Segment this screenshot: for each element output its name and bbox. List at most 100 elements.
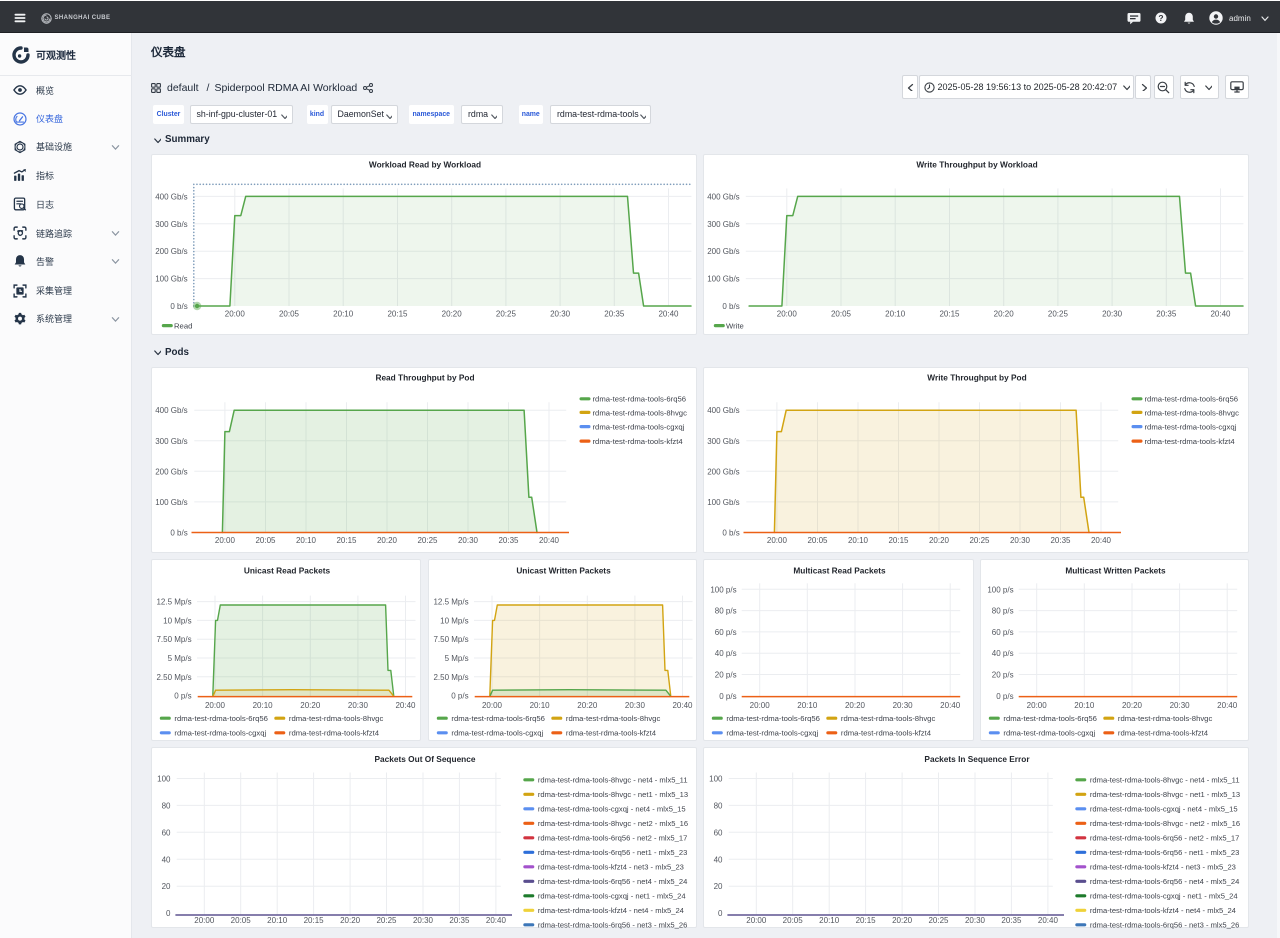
svg-text:rdma-test-rdma-tools-kfzt4: rdma-test-rdma-tools-kfzt4 xyxy=(841,729,932,738)
svg-text:20:35: 20:35 xyxy=(498,536,519,545)
svg-text:Read Throughput by Pod: Read Throughput by Pod xyxy=(375,373,474,383)
svg-text:20:30: 20:30 xyxy=(348,701,369,710)
svg-text:rdma-test-rdma-tools-8hvgc - n: rdma-test-rdma-tools-8hvgc - net1 - mlx5… xyxy=(1090,790,1240,799)
svg-text:rdma-test-rdma-tools-6rq56: rdma-test-rdma-tools-6rq56 xyxy=(174,714,268,723)
svg-text:20:30: 20:30 xyxy=(965,916,986,925)
svg-text:20:40: 20:40 xyxy=(940,701,961,710)
svg-text:400 Gb/s: 400 Gb/s xyxy=(155,406,187,415)
svg-text:rdma-test-rdma-tools-6rq56 - n: rdma-test-rdma-tools-6rq56 - net2 - mlx5… xyxy=(1090,834,1239,843)
svg-text:20:25: 20:25 xyxy=(1048,310,1069,319)
svg-text:20:30: 20:30 xyxy=(625,701,646,710)
svg-text:200 Gb/s: 200 Gb/s xyxy=(707,467,739,476)
svg-text:20:15: 20:15 xyxy=(304,916,325,925)
svg-text:20:35: 20:35 xyxy=(1050,536,1071,545)
svg-text:rdma-test-rdma-tools-kfzt4: rdma-test-rdma-tools-kfzt4 xyxy=(1145,437,1236,446)
svg-text:0 p/s: 0 p/s xyxy=(174,692,191,701)
svg-text:100 Gb/s: 100 Gb/s xyxy=(707,275,739,284)
svg-text:20:25: 20:25 xyxy=(928,916,949,925)
svg-text:rdma-test-rdma-tools-6rq56 - n: rdma-test-rdma-tools-6rq56 - net3 - mlx5… xyxy=(1090,921,1239,929)
svg-text:300 Gb/s: 300 Gb/s xyxy=(707,437,739,446)
svg-text:5 Mp/s: 5 Mp/s xyxy=(445,654,469,663)
svg-text:20:30: 20:30 xyxy=(1170,701,1191,710)
svg-text:400 Gb/s: 400 Gb/s xyxy=(155,192,187,201)
svg-text:rdma-test-rdma-tools-8hvgc: rdma-test-rdma-tools-8hvgc xyxy=(1118,714,1213,723)
svg-text:80 p/s: 80 p/s xyxy=(715,607,737,616)
svg-text:20:25: 20:25 xyxy=(969,536,990,545)
svg-text:20:00: 20:00 xyxy=(194,916,215,925)
svg-text:0 b/s: 0 b/s xyxy=(170,302,187,311)
svg-text:200 Gb/s: 200 Gb/s xyxy=(155,467,187,476)
svg-text:Write Throughput by Pod: Write Throughput by Pod xyxy=(927,373,1026,383)
svg-text:rdma-test-rdma-tools-6rq56 - n: rdma-test-rdma-tools-6rq56 - net2 - mlx5… xyxy=(538,834,687,843)
svg-text:20:20: 20:20 xyxy=(892,916,913,925)
svg-text:300 Gb/s: 300 Gb/s xyxy=(155,220,187,229)
svg-text:20:40: 20:40 xyxy=(658,310,679,319)
svg-text:20:00: 20:00 xyxy=(225,310,246,319)
svg-text:rdma-test-rdma-tools-8hvgc: rdma-test-rdma-tools-8hvgc xyxy=(1145,408,1240,417)
svg-text:rdma-test-rdma-tools-8hvgc: rdma-test-rdma-tools-8hvgc xyxy=(841,714,936,723)
svg-text:20 p/s: 20 p/s xyxy=(992,671,1014,680)
svg-text:40: 40 xyxy=(714,855,723,864)
svg-text:20:05: 20:05 xyxy=(255,536,276,545)
svg-text:rdma-test-rdma-tools-6rq56: rdma-test-rdma-tools-6rq56 xyxy=(593,395,687,404)
svg-text:20:05: 20:05 xyxy=(231,916,252,925)
svg-text:10 Mp/s: 10 Mp/s xyxy=(440,616,468,625)
svg-text:rdma-test-rdma-tools-cgxqj - n: rdma-test-rdma-tools-cgxqj - net1 - mlx5… xyxy=(538,892,686,901)
svg-text:20:30: 20:30 xyxy=(1010,536,1031,545)
svg-text:20:00: 20:00 xyxy=(746,916,767,925)
svg-text:60 p/s: 60 p/s xyxy=(715,628,737,637)
svg-text:20:20: 20:20 xyxy=(845,701,866,710)
svg-text:rdma-test-rdma-tools-kfzt4: rdma-test-rdma-tools-kfzt4 xyxy=(593,437,684,446)
svg-text:100 Gb/s: 100 Gb/s xyxy=(155,498,187,507)
svg-text:12.5 Mp/s: 12.5 Mp/s xyxy=(156,598,191,607)
svg-text:0 b/s: 0 b/s xyxy=(170,529,187,538)
svg-text:rdma-test-rdma-tools-cgxqj: rdma-test-rdma-tools-cgxqj xyxy=(593,423,685,432)
svg-text:60: 60 xyxy=(714,828,723,837)
svg-text:rdma-test-rdma-tools-8hvgc - n: rdma-test-rdma-tools-8hvgc - net1 - mlx5… xyxy=(538,790,688,799)
svg-text:100: 100 xyxy=(157,775,171,784)
svg-text:rdma-test-rdma-tools-6rq56: rdma-test-rdma-tools-6rq56 xyxy=(1145,395,1239,404)
svg-text:rdma-test-rdma-tools-6rq56 - n: rdma-test-rdma-tools-6rq56 - net4 - mlx5… xyxy=(538,877,687,886)
svg-text:?: ? xyxy=(1158,13,1163,23)
svg-text:rdma-test-rdma-tools-6rq56 - n: rdma-test-rdma-tools-6rq56 - net4 - mlx5… xyxy=(1090,877,1239,886)
svg-text:rdma-test-rdma-tools-cgxqj - n: rdma-test-rdma-tools-cgxqj - net4 - mlx5… xyxy=(1090,805,1238,814)
svg-text:0: 0 xyxy=(718,909,723,918)
svg-text:rdma-test-rdma-tools-cgxqj: rdma-test-rdma-tools-cgxqj xyxy=(174,729,266,738)
svg-text:20:10: 20:10 xyxy=(296,536,317,545)
svg-text:20:10: 20:10 xyxy=(253,701,274,710)
svg-text:20:00: 20:00 xyxy=(482,701,503,710)
svg-text:rdma-test-rdma-tools-kfzt4: rdma-test-rdma-tools-kfzt4 xyxy=(1118,729,1209,738)
svg-text:20:10: 20:10 xyxy=(848,536,869,545)
svg-text:20:15: 20:15 xyxy=(336,536,357,545)
svg-text:20:30: 20:30 xyxy=(893,701,914,710)
svg-text:20: 20 xyxy=(714,882,723,891)
svg-text:20:40: 20:40 xyxy=(1217,701,1238,710)
svg-text:rdma-test-rdma-tools-6rq56: rdma-test-rdma-tools-6rq56 xyxy=(726,714,820,723)
svg-text:Multicast Written Packets: Multicast Written Packets xyxy=(1065,566,1166,576)
svg-text:rdma-test-rdma-tools-cgxqj: rdma-test-rdma-tools-cgxqj xyxy=(451,729,543,738)
svg-text:2.50 Mp/s: 2.50 Mp/s xyxy=(156,673,191,682)
svg-text:rdma-test-rdma-tools-8hvgc: rdma-test-rdma-tools-8hvgc xyxy=(593,408,688,417)
svg-text:Write Throughput by Workload: Write Throughput by Workload xyxy=(916,160,1037,170)
svg-text:20:20: 20:20 xyxy=(929,536,950,545)
svg-text:80: 80 xyxy=(714,801,723,810)
svg-text:5 Mp/s: 5 Mp/s xyxy=(168,654,192,663)
svg-text:60: 60 xyxy=(162,828,171,837)
svg-text:400 Gb/s: 400 Gb/s xyxy=(707,406,739,415)
svg-text:7.50 Mp/s: 7.50 Mp/s xyxy=(433,635,468,644)
svg-text:100 Gb/s: 100 Gb/s xyxy=(155,275,187,284)
svg-text:2.50 Mp/s: 2.50 Mp/s xyxy=(433,673,468,682)
svg-text:rdma-test-rdma-tools-8hvgc - n: rdma-test-rdma-tools-8hvgc - net2 - mlx5… xyxy=(1090,819,1240,828)
svg-text:20:10: 20:10 xyxy=(885,310,906,319)
svg-text:20:40: 20:40 xyxy=(395,701,416,710)
svg-text:rdma-test-rdma-tools-8hvgc: rdma-test-rdma-tools-8hvgc xyxy=(566,714,661,723)
svg-text:300 Gb/s: 300 Gb/s xyxy=(707,220,739,229)
svg-text:rdma-test-rdma-tools-6rq56: rdma-test-rdma-tools-6rq56 xyxy=(1003,714,1097,723)
svg-text:40 p/s: 40 p/s xyxy=(715,649,737,658)
svg-text:0 p/s: 0 p/s xyxy=(996,692,1013,701)
svg-text:rdma-test-rdma-tools-6rq56 - n: rdma-test-rdma-tools-6rq56 - net3 - mlx5… xyxy=(538,921,687,929)
svg-text:20:25: 20:25 xyxy=(496,310,517,319)
svg-text:20:40: 20:40 xyxy=(486,916,507,925)
svg-text:20:05: 20:05 xyxy=(783,916,804,925)
svg-text:20:10: 20:10 xyxy=(333,310,354,319)
